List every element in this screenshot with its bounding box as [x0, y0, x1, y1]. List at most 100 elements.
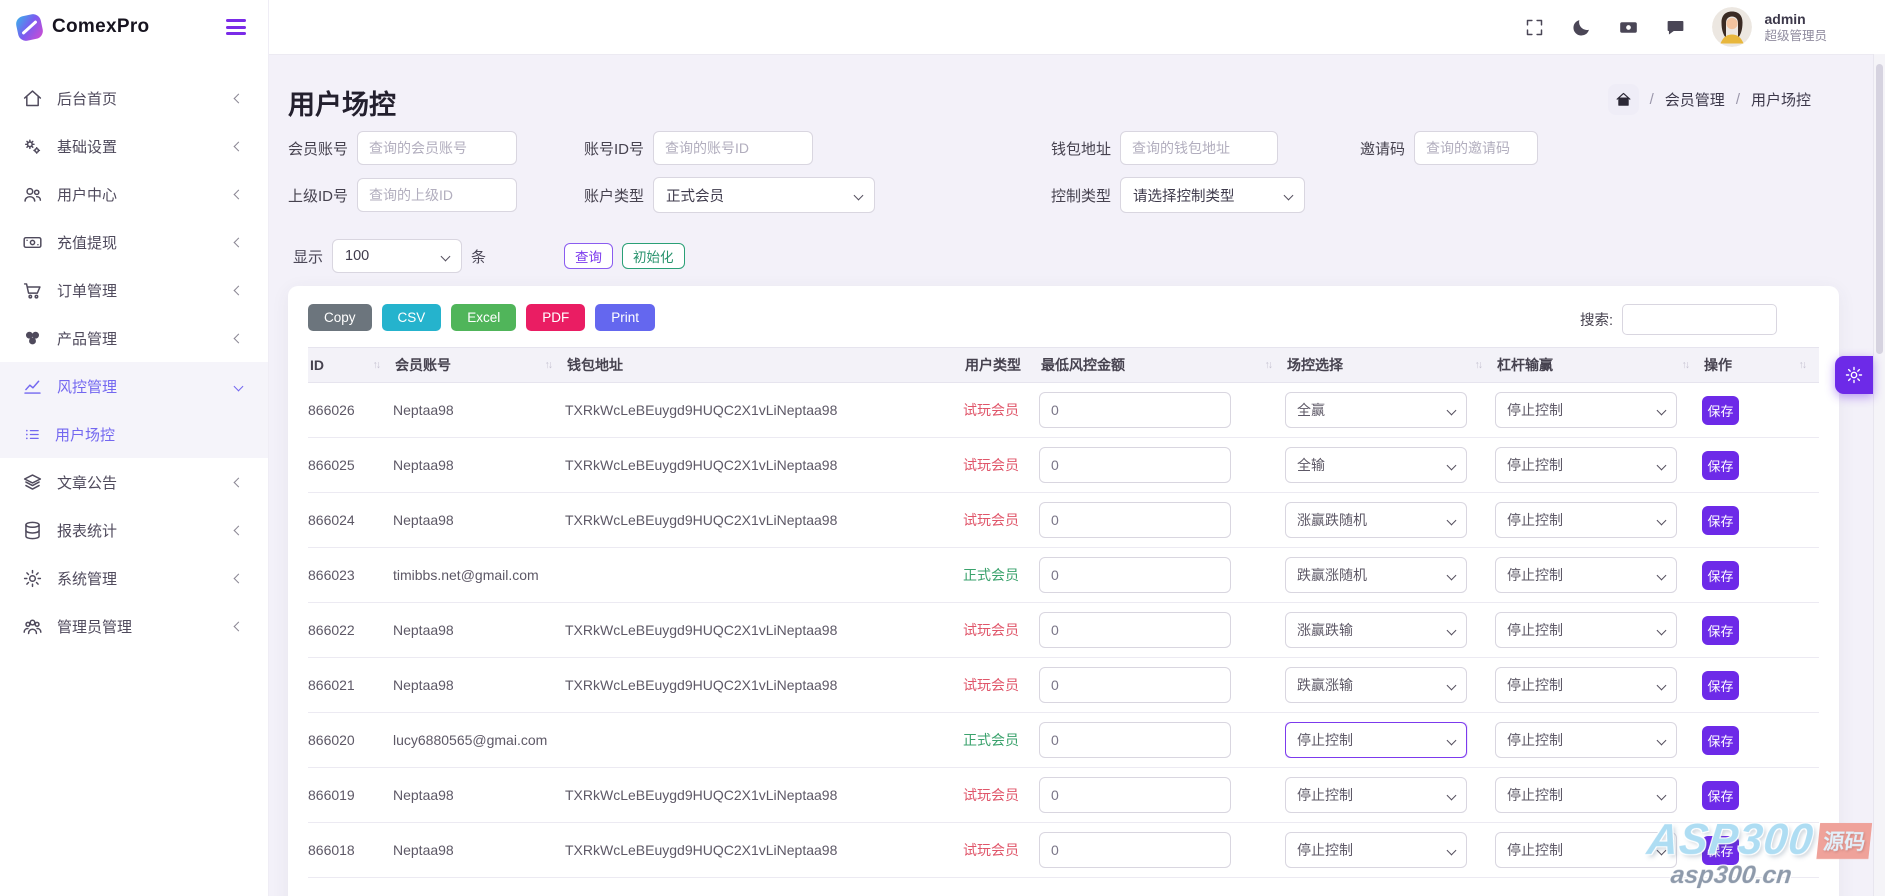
- save-button[interactable]: 保存: [1702, 781, 1739, 810]
- column-header-lever-winlose[interactable]: 杠杆输赢↑↓: [1495, 355, 1702, 375]
- export-csv-button[interactable]: CSV: [382, 304, 442, 331]
- filter-control-type: 控制类型 请选择控制类型: [1049, 177, 1305, 213]
- sidebar-item-basic-settings[interactable]: 基础设置: [0, 122, 268, 170]
- sort-icon: ↑↓: [1265, 359, 1272, 371]
- moon-icon[interactable]: [1571, 17, 1592, 38]
- chevron-left-icon: [234, 621, 244, 631]
- chevron-left-icon: [234, 477, 244, 487]
- lever-winlose-select[interactable]: 停止控制: [1495, 447, 1677, 483]
- save-button[interactable]: 保存: [1702, 506, 1739, 535]
- scrollbar-thumb[interactable]: [1876, 64, 1883, 354]
- chevron-down-icon: [1657, 680, 1667, 690]
- sort-icon: ↑↓: [373, 359, 380, 371]
- column-header-account[interactable]: 会员账号↑↓: [393, 355, 565, 375]
- cash-icon[interactable]: [1618, 17, 1639, 38]
- sidebar-item-article-announcement[interactable]: 文章公告: [0, 458, 268, 506]
- sidebar-item-label: 系统管理: [57, 568, 221, 589]
- sort-icon: ↑↓: [545, 359, 552, 371]
- column-header-min-risk-amount[interactable]: 最低风控金额↑↓: [1039, 355, 1285, 375]
- reset-button[interactable]: 初始化: [622, 243, 685, 269]
- min-risk-amount-input[interactable]: [1039, 447, 1231, 483]
- min-risk-amount-input[interactable]: [1039, 392, 1231, 428]
- scene-control-select[interactable]: 跌赢涨随机: [1285, 557, 1467, 593]
- scene-control-select[interactable]: 跌赢涨输: [1285, 667, 1467, 703]
- sidebar-item-admin-management[interactable]: 管理员管理: [0, 602, 268, 650]
- column-header-wallet: 钱包地址: [565, 355, 963, 375]
- parent-id-input[interactable]: [357, 178, 517, 212]
- min-risk-amount-input[interactable]: [1039, 832, 1231, 868]
- export-copy-button[interactable]: Copy: [308, 304, 372, 331]
- scene-control-select[interactable]: 停止控制: [1285, 832, 1467, 868]
- account-type-select[interactable]: 正式会员: [653, 177, 875, 213]
- chat-icon[interactable]: [1665, 17, 1686, 38]
- search-input[interactable]: [1622, 304, 1777, 335]
- sidebar-item-product-management[interactable]: 产品管理: [0, 314, 268, 362]
- lever-winlose-select[interactable]: 停止控制: [1495, 612, 1677, 648]
- menu-toggle-icon[interactable]: [226, 19, 246, 35]
- scene-control-select[interactable]: 涨赢跌随机: [1285, 502, 1467, 538]
- save-button[interactable]: 保存: [1702, 451, 1739, 480]
- user-menu[interactable]: admin 超级管理员: [1712, 7, 1827, 47]
- min-risk-amount-input[interactable]: [1039, 667, 1231, 703]
- settings-fab[interactable]: [1835, 356, 1873, 394]
- scene-control-select[interactable]: 停止控制: [1285, 777, 1467, 813]
- lever-winlose-select[interactable]: 停止控制: [1495, 777, 1677, 813]
- page-length-select[interactable]: 100: [332, 239, 462, 273]
- sidebar-item-recharge-withdraw[interactable]: 充值提现: [0, 218, 268, 266]
- breadcrumb-member-management[interactable]: 会员管理: [1665, 89, 1725, 110]
- logo-icon: [16, 14, 43, 41]
- row-account: Neptaa98: [393, 402, 565, 418]
- lever-winlose-select[interactable]: 停止控制: [1495, 392, 1677, 428]
- sort-icon: ↑↓: [1682, 359, 1689, 371]
- lever-winlose-select[interactable]: 停止控制: [1495, 557, 1677, 593]
- filter-label: 账户类型: [578, 185, 644, 206]
- sidebar-item-user-center[interactable]: 用户中心: [0, 170, 268, 218]
- member-account-input[interactable]: [357, 131, 517, 165]
- min-risk-amount-input[interactable]: [1039, 722, 1231, 758]
- column-header-scene-control[interactable]: 场控选择↑↓: [1285, 355, 1495, 375]
- scene-control-select[interactable]: 全赢: [1285, 392, 1467, 428]
- fullscreen-icon[interactable]: [1524, 17, 1545, 38]
- account-id-input[interactable]: [653, 131, 813, 165]
- scrollbar: [1873, 54, 1885, 896]
- lever-winlose-select[interactable]: 停止控制: [1495, 667, 1677, 703]
- row-account: Neptaa98: [393, 842, 565, 858]
- min-risk-amount-input[interactable]: [1039, 777, 1231, 813]
- min-risk-amount-input[interactable]: [1039, 502, 1231, 538]
- wallet-address-input[interactable]: [1120, 131, 1278, 165]
- control-type-select[interactable]: 请选择控制类型: [1120, 177, 1305, 213]
- invite-code-input[interactable]: [1414, 131, 1538, 165]
- sidebar-item-risk-control[interactable]: 风控管理: [0, 362, 268, 410]
- table-search: 搜索:: [1580, 304, 1777, 335]
- min-risk-amount-input[interactable]: [1039, 557, 1231, 593]
- sidebar-item-order-management[interactable]: 订单管理: [0, 266, 268, 314]
- min-risk-amount-input[interactable]: [1039, 612, 1231, 648]
- column-header-id[interactable]: ID↑↓: [308, 357, 393, 373]
- save-button[interactable]: 保存: [1702, 671, 1739, 700]
- table-body: 866026Neptaa98TXRkWcLeBEuygd9HUQC2X1vLiN…: [308, 383, 1819, 878]
- lever-winlose-select[interactable]: 停止控制: [1495, 722, 1677, 758]
- save-button[interactable]: 保存: [1702, 561, 1739, 590]
- sidebar-item-home[interactable]: 后台首页: [0, 74, 268, 122]
- lever-winlose-select[interactable]: 停止控制: [1495, 502, 1677, 538]
- row-wallet: TXRkWcLeBEuygd9HUQC2X1vLiNeptaa98: [565, 457, 963, 473]
- sidebar-item-system-management[interactable]: 系统管理: [0, 554, 268, 602]
- export-excel-button[interactable]: Excel: [451, 304, 516, 331]
- query-button[interactable]: 查询: [564, 243, 613, 269]
- save-button[interactable]: 保存: [1702, 836, 1739, 865]
- export-pdf-button[interactable]: PDF: [526, 304, 585, 331]
- sidebar-item-report-statistics[interactable]: 报表统计: [0, 506, 268, 554]
- export-print-button[interactable]: Print: [595, 304, 655, 331]
- lever-winlose-select[interactable]: 停止控制: [1495, 832, 1677, 868]
- scene-control-select[interactable]: 全输: [1285, 447, 1467, 483]
- column-header-action[interactable]: 操作↑↓: [1702, 355, 1819, 375]
- scene-control-select[interactable]: 涨赢跌输: [1285, 612, 1467, 648]
- save-button[interactable]: 保存: [1702, 726, 1739, 755]
- sidebar-item-user-scene-control[interactable]: 用户场控: [0, 410, 268, 458]
- scene-control-select[interactable]: 停止控制: [1285, 722, 1467, 758]
- avatar[interactable]: [1712, 7, 1752, 47]
- save-button[interactable]: 保存: [1702, 396, 1739, 425]
- table-row: 866019Neptaa98TXRkWcLeBEuygd9HUQC2X1vLiN…: [308, 768, 1819, 823]
- save-button[interactable]: 保存: [1702, 616, 1739, 645]
- breadcrumb-home-button[interactable]: [1608, 84, 1639, 115]
